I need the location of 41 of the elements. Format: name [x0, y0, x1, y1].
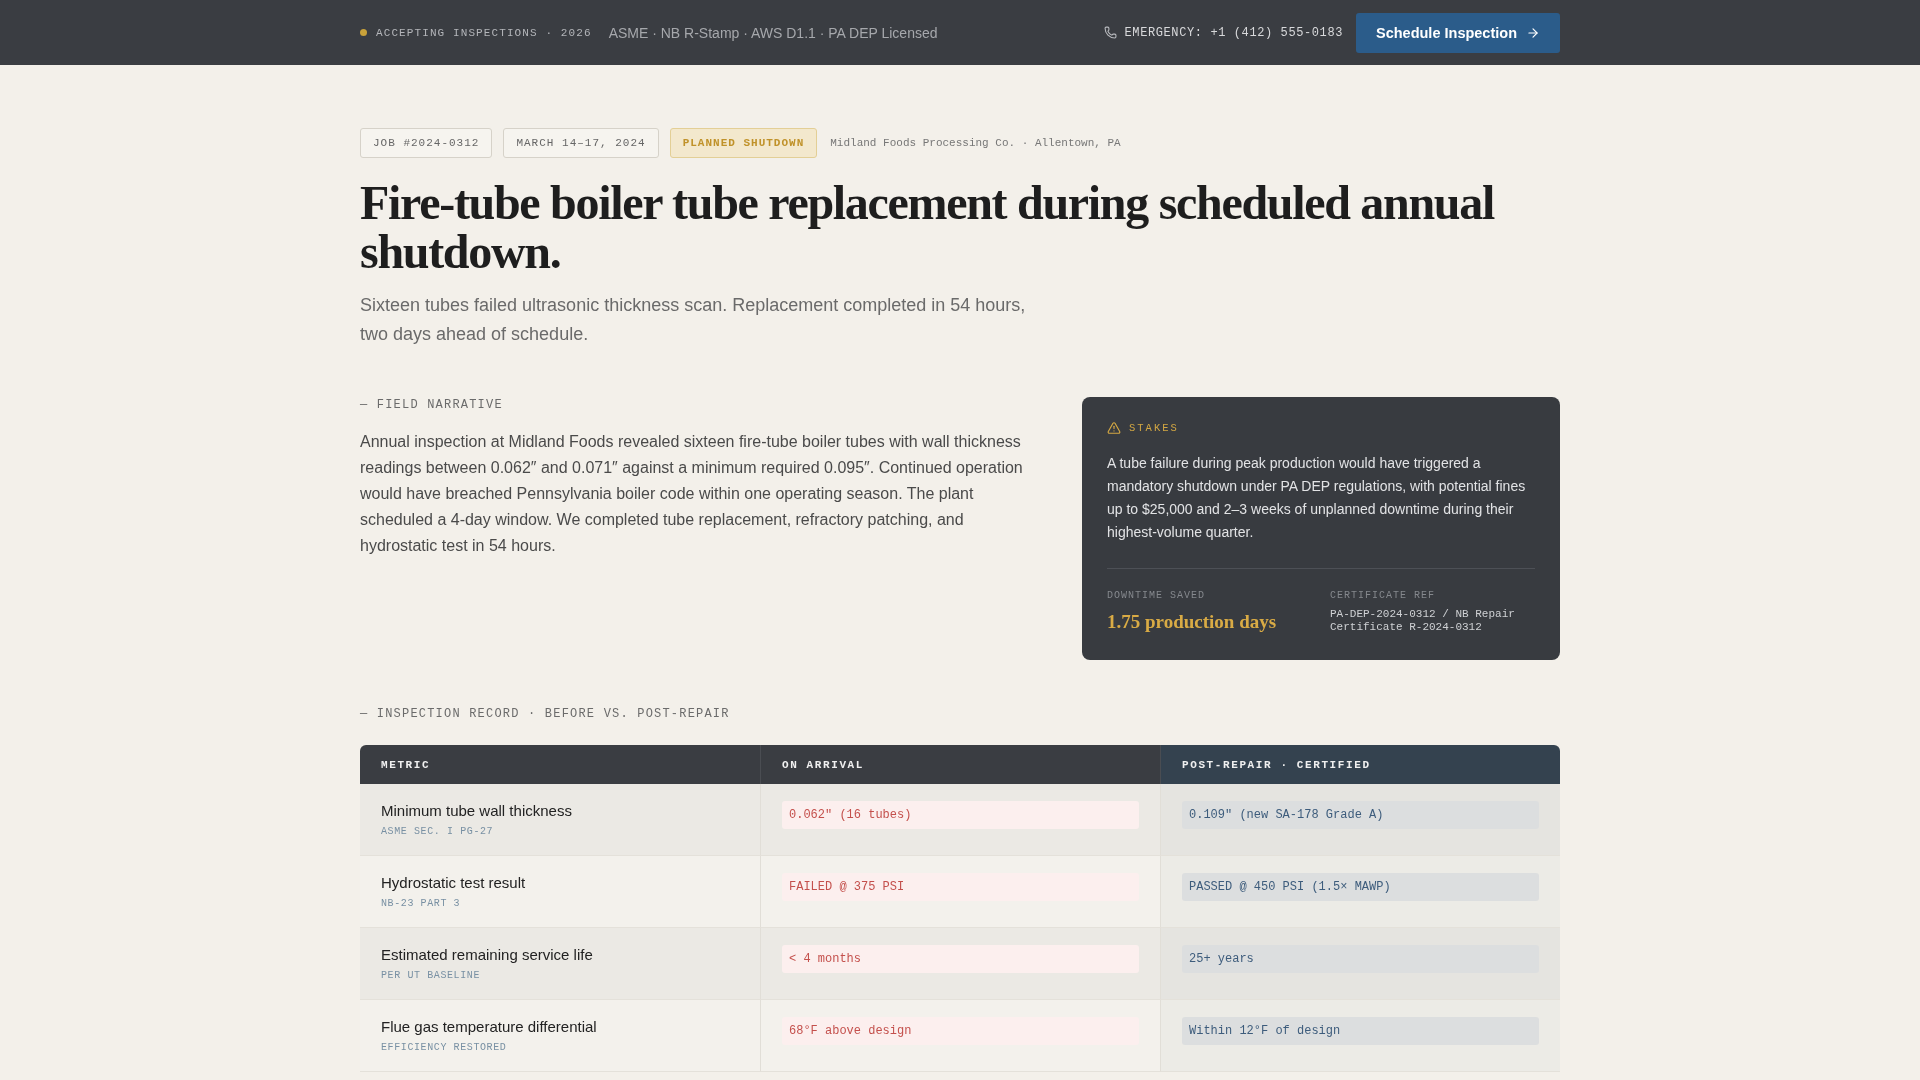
arrival-reading: FAILED @ 375 PSI: [782, 873, 1139, 901]
code-reference: EFFICIENCY RESTORED: [381, 1041, 508, 1054]
page-subtitle: Sixteen tubes failed ultrasonic thickness scan. Replacement completed in 54 hours, two days ahead of schedule.: [360, 294, 1027, 346]
stat-label: CERTIFICATE REF: [1330, 589, 1436, 602]
arrival-reading: 68°F above design: [782, 1017, 1139, 1045]
code-reference: PER UT BASELINE: [381, 969, 481, 982]
credentials-text: ASME · NB R-Stamp · AWS D1.1 · PA DEP Licensed: [608, 24, 938, 41]
section-label: — INSPECTION RECORD · BEFORE VS. POST-REPAIR: [360, 706, 731, 722]
page-title: Fire-tube boiler tube replacement during scheduled annual shutdown.: [360, 178, 1496, 276]
stat-label: DOWNTIME SAVED: [1107, 589, 1206, 602]
stakes-label: STAKES: [1129, 422, 1179, 434]
schedule-inspection-button[interactable]: Schedule Inspection: [1356, 12, 1560, 53]
status-dot-icon: [360, 29, 367, 36]
arrival-reading: 0.062" (16 tubes): [782, 801, 1139, 829]
certificate-reference: PA-DEP-2024-0312 / NB Repair Certificate R-2024-0312: [1330, 608, 1516, 633]
column-header: METRIC: [360, 745, 760, 784]
phone-icon: [1103, 26, 1117, 39]
metric-name: Flue gas temperature differential: [381, 1017, 598, 1037]
metric-name: Hydrostatic test result: [381, 873, 527, 893]
column-header: POST-REPAIR · CERTIFIED: [1160, 745, 1560, 784]
date-tag: MARCH 14–17, 2024: [503, 128, 659, 158]
certified-reading: Within 12°F of design: [1182, 1017, 1539, 1045]
column-header: ON ARRIVAL: [760, 745, 1160, 784]
status-label: ACCEPTING INSPECTIONS · 2026: [376, 26, 592, 39]
code-reference: NB-23 PART 3: [381, 897, 462, 910]
stat-value: 1.75 production days: [1107, 610, 1278, 634]
warning-icon: [1107, 421, 1121, 435]
certified-reading: PASSED @ 450 PSI (1.5× MAWP): [1182, 873, 1539, 901]
stakes-text: A tube failure during peak production would have triggered a mandatory shutdown under PA DEP regulations, with potential fines up to $25,000 and 2–3 weeks of unplanned downtime during their highest-volume quarter.: [1107, 454, 1527, 542]
certified-reading: 0.109" (new SA-178 Grade A): [1182, 801, 1539, 829]
emergency-phone-text: EMERGENCY: +1 (412) 555-0183: [1124, 25, 1343, 40]
job-number-tag: JOB #2024-0312: [360, 128, 493, 158]
section-label: — FIELD NARRATIVE: [360, 397, 504, 413]
code-reference: ASME SEC. I PG-27: [381, 825, 495, 838]
narrative-text: Annual inspection at Midland Foods revealed sixteen fire-tube boiler tubes with wall thickness readings between 0.062″ and 0.071″ against a minimum required 0.095″. Continued operation would have breached Pennsylvania boiler code within one operating season. The plant scheduled a 4-day window. We completed tube replacement, refractory patching, and hydrostatic test in 54 hours.: [360, 432, 1024, 556]
certified-reading: 25+ years: [1182, 945, 1539, 973]
client-location: Midland Foods Processing Co. · Allentown, PA: [830, 137, 1121, 149]
metric-name: Estimated remaining service life: [381, 945, 594, 965]
arrival-reading: < 4 months: [782, 945, 1139, 973]
status-tag: PLANNED SHUTDOWN: [669, 128, 818, 158]
metric-name: Minimum tube wall thickness: [381, 801, 573, 821]
